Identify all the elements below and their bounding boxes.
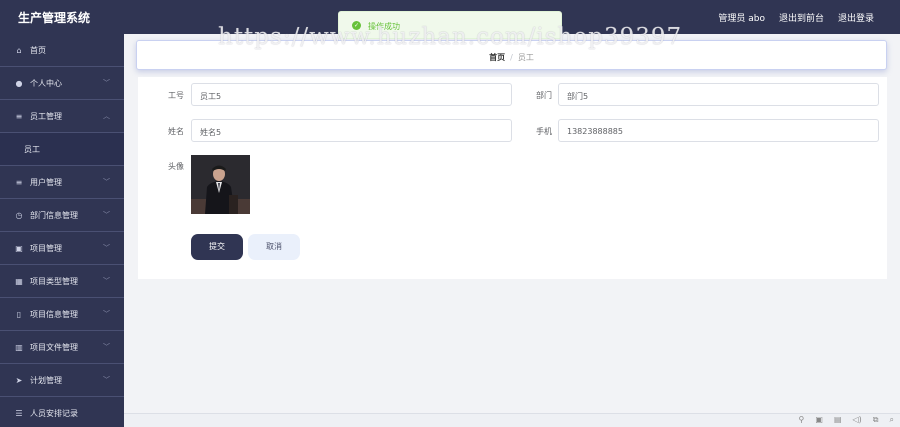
status-bar: ⚲ ▣ ▤ ◁) ⧉ ⌕: [124, 413, 900, 427]
sidebar-item-label: 项目信息管理: [30, 309, 78, 319]
person-photo: [191, 155, 250, 214]
sidebar-item-label: 项目管理: [30, 243, 62, 253]
sidebar-item-label: 用户管理: [30, 177, 62, 187]
sidebar-item-project-file-mgmt[interactable]: ▥ 项目文件管理 ﹀: [0, 331, 124, 364]
chevron-down-icon: ﹀: [103, 178, 110, 186]
sidebar-item-label: 员工管理: [30, 111, 62, 121]
cancel-button[interactable]: 取消: [248, 234, 300, 260]
sidebar-item-employee-mgmt[interactable]: ≡ 员工管理 ︿: [0, 100, 124, 133]
dept-input[interactable]: 部门5: [558, 83, 879, 106]
sidebar-item-home[interactable]: ⌂ 首页: [0, 34, 124, 67]
copy-icon[interactable]: ⧉: [873, 415, 879, 425]
chevron-down-icon: ﹀: [103, 211, 110, 219]
breadcrumb-separator: /: [510, 53, 513, 62]
chevron-down-icon: ﹀: [103, 277, 110, 285]
name-label: 姓名: [168, 127, 184, 136]
sidebar-item-project-info-mgmt[interactable]: ▯ 项目信息管理 ﹀: [0, 298, 124, 331]
emp-no-input[interactable]: 员工5: [191, 83, 512, 106]
app-title: 生产管理系统: [18, 11, 91, 25]
sidebar-item-staff-arrangement[interactable]: ☰ 人员安排记录: [0, 397, 124, 427]
menu-icon: ≡: [15, 111, 23, 121]
sidebar: ⌂ 首页 ● 个人中心 ﹀ ≡ 员工管理 ︿ 员工 ≡ 用户管理 ﹀ ◷ 部门信…: [0, 34, 124, 427]
sidebar-item-label: 部门信息管理: [30, 210, 78, 220]
breadcrumb-current: 员工: [517, 53, 534, 62]
search-icon[interactable]: ⌕: [890, 415, 894, 425]
emp-no-label: 工号: [168, 91, 184, 100]
sidebar-item-label: 个人中心: [30, 78, 62, 88]
mic-icon: ▯: [16, 309, 22, 319]
avatar-label: 头像: [168, 162, 184, 171]
volume-icon[interactable]: ◁): [853, 415, 862, 425]
chevron-down-icon: ﹀: [103, 244, 110, 252]
user-icon: ●: [15, 78, 23, 88]
avatar-image[interactable]: [191, 155, 250, 214]
sidebar-item-user-mgmt[interactable]: ≡ 用户管理 ﹀: [0, 166, 124, 199]
phone-input[interactable]: 13823888885: [558, 119, 879, 142]
sidebar-item-label: 人员安排记录: [30, 408, 78, 418]
name-input[interactable]: 姓名5: [191, 119, 512, 142]
chart-icon: ▥: [15, 342, 23, 352]
chevron-down-icon: ﹀: [103, 376, 110, 384]
clock-icon: ◷: [15, 210, 23, 220]
sidebar-item-employee[interactable]: 员工: [0, 133, 124, 166]
chevron-down-icon: ﹀: [103, 310, 110, 318]
employee-form: 工号 员工5 部门 部门5 姓名 姓名5 手机 13823888885 头像 提…: [138, 77, 887, 279]
sidebar-item-label: 项目类型管理: [30, 276, 78, 286]
logout-link[interactable]: 退出登录: [838, 11, 874, 24]
chevron-up-icon: ︿: [103, 112, 110, 120]
sidebar-item-project-type-mgmt[interactable]: ▦ 项目类型管理 ﹀: [0, 265, 124, 298]
sidebar-item-dept-mgmt[interactable]: ◷ 部门信息管理 ﹀: [0, 199, 124, 232]
status-icons: ⚲ ▣ ▤ ◁) ⧉ ⌕: [799, 415, 894, 425]
send-icon: ➤: [15, 375, 23, 385]
user-name: 管理员 abo: [718, 14, 765, 24]
phone-label: 手机: [536, 127, 552, 136]
sidebar-item-profile[interactable]: ● 个人中心 ﹀: [0, 67, 124, 100]
sidebar-item-plan-mgmt[interactable]: ➤ 计划管理 ﹀: [0, 364, 124, 397]
home-icon: ⌂: [16, 45, 22, 55]
breadcrumb: 首页 / 员工: [137, 52, 886, 63]
chevron-down-icon: ﹀: [103, 343, 110, 351]
submit-button[interactable]: 提交: [191, 234, 243, 260]
back-to-frontend-link[interactable]: 退出到前台: [779, 11, 824, 24]
header-actions: 管理员 abo 退出到前台 退出登录: [718, 11, 874, 24]
list-icon: ☰: [15, 408, 23, 418]
sidebar-item-label: 员工: [24, 144, 40, 154]
trash-icon[interactable]: ▤: [834, 415, 842, 425]
folder-icon: ▣: [15, 243, 23, 253]
menu-icon: ≡: [15, 177, 23, 187]
sidebar-item-label: 首页: [30, 45, 46, 55]
sidebar-item-label: 项目文件管理: [30, 342, 78, 352]
pin-icon[interactable]: ⚲: [799, 415, 805, 425]
sidebar-item-project-mgmt[interactable]: ▣ 项目管理 ﹀: [0, 232, 124, 265]
breadcrumb-home[interactable]: 首页: [489, 53, 505, 62]
window-icon[interactable]: ▣: [815, 415, 823, 425]
grid-icon: ▦: [15, 276, 23, 286]
dept-label: 部门: [536, 91, 552, 100]
chevron-down-icon: ﹀: [103, 79, 110, 87]
sidebar-item-label: 计划管理: [30, 375, 62, 385]
watermark-text: https://www.huzhan.com/ishop39397: [218, 24, 683, 50]
